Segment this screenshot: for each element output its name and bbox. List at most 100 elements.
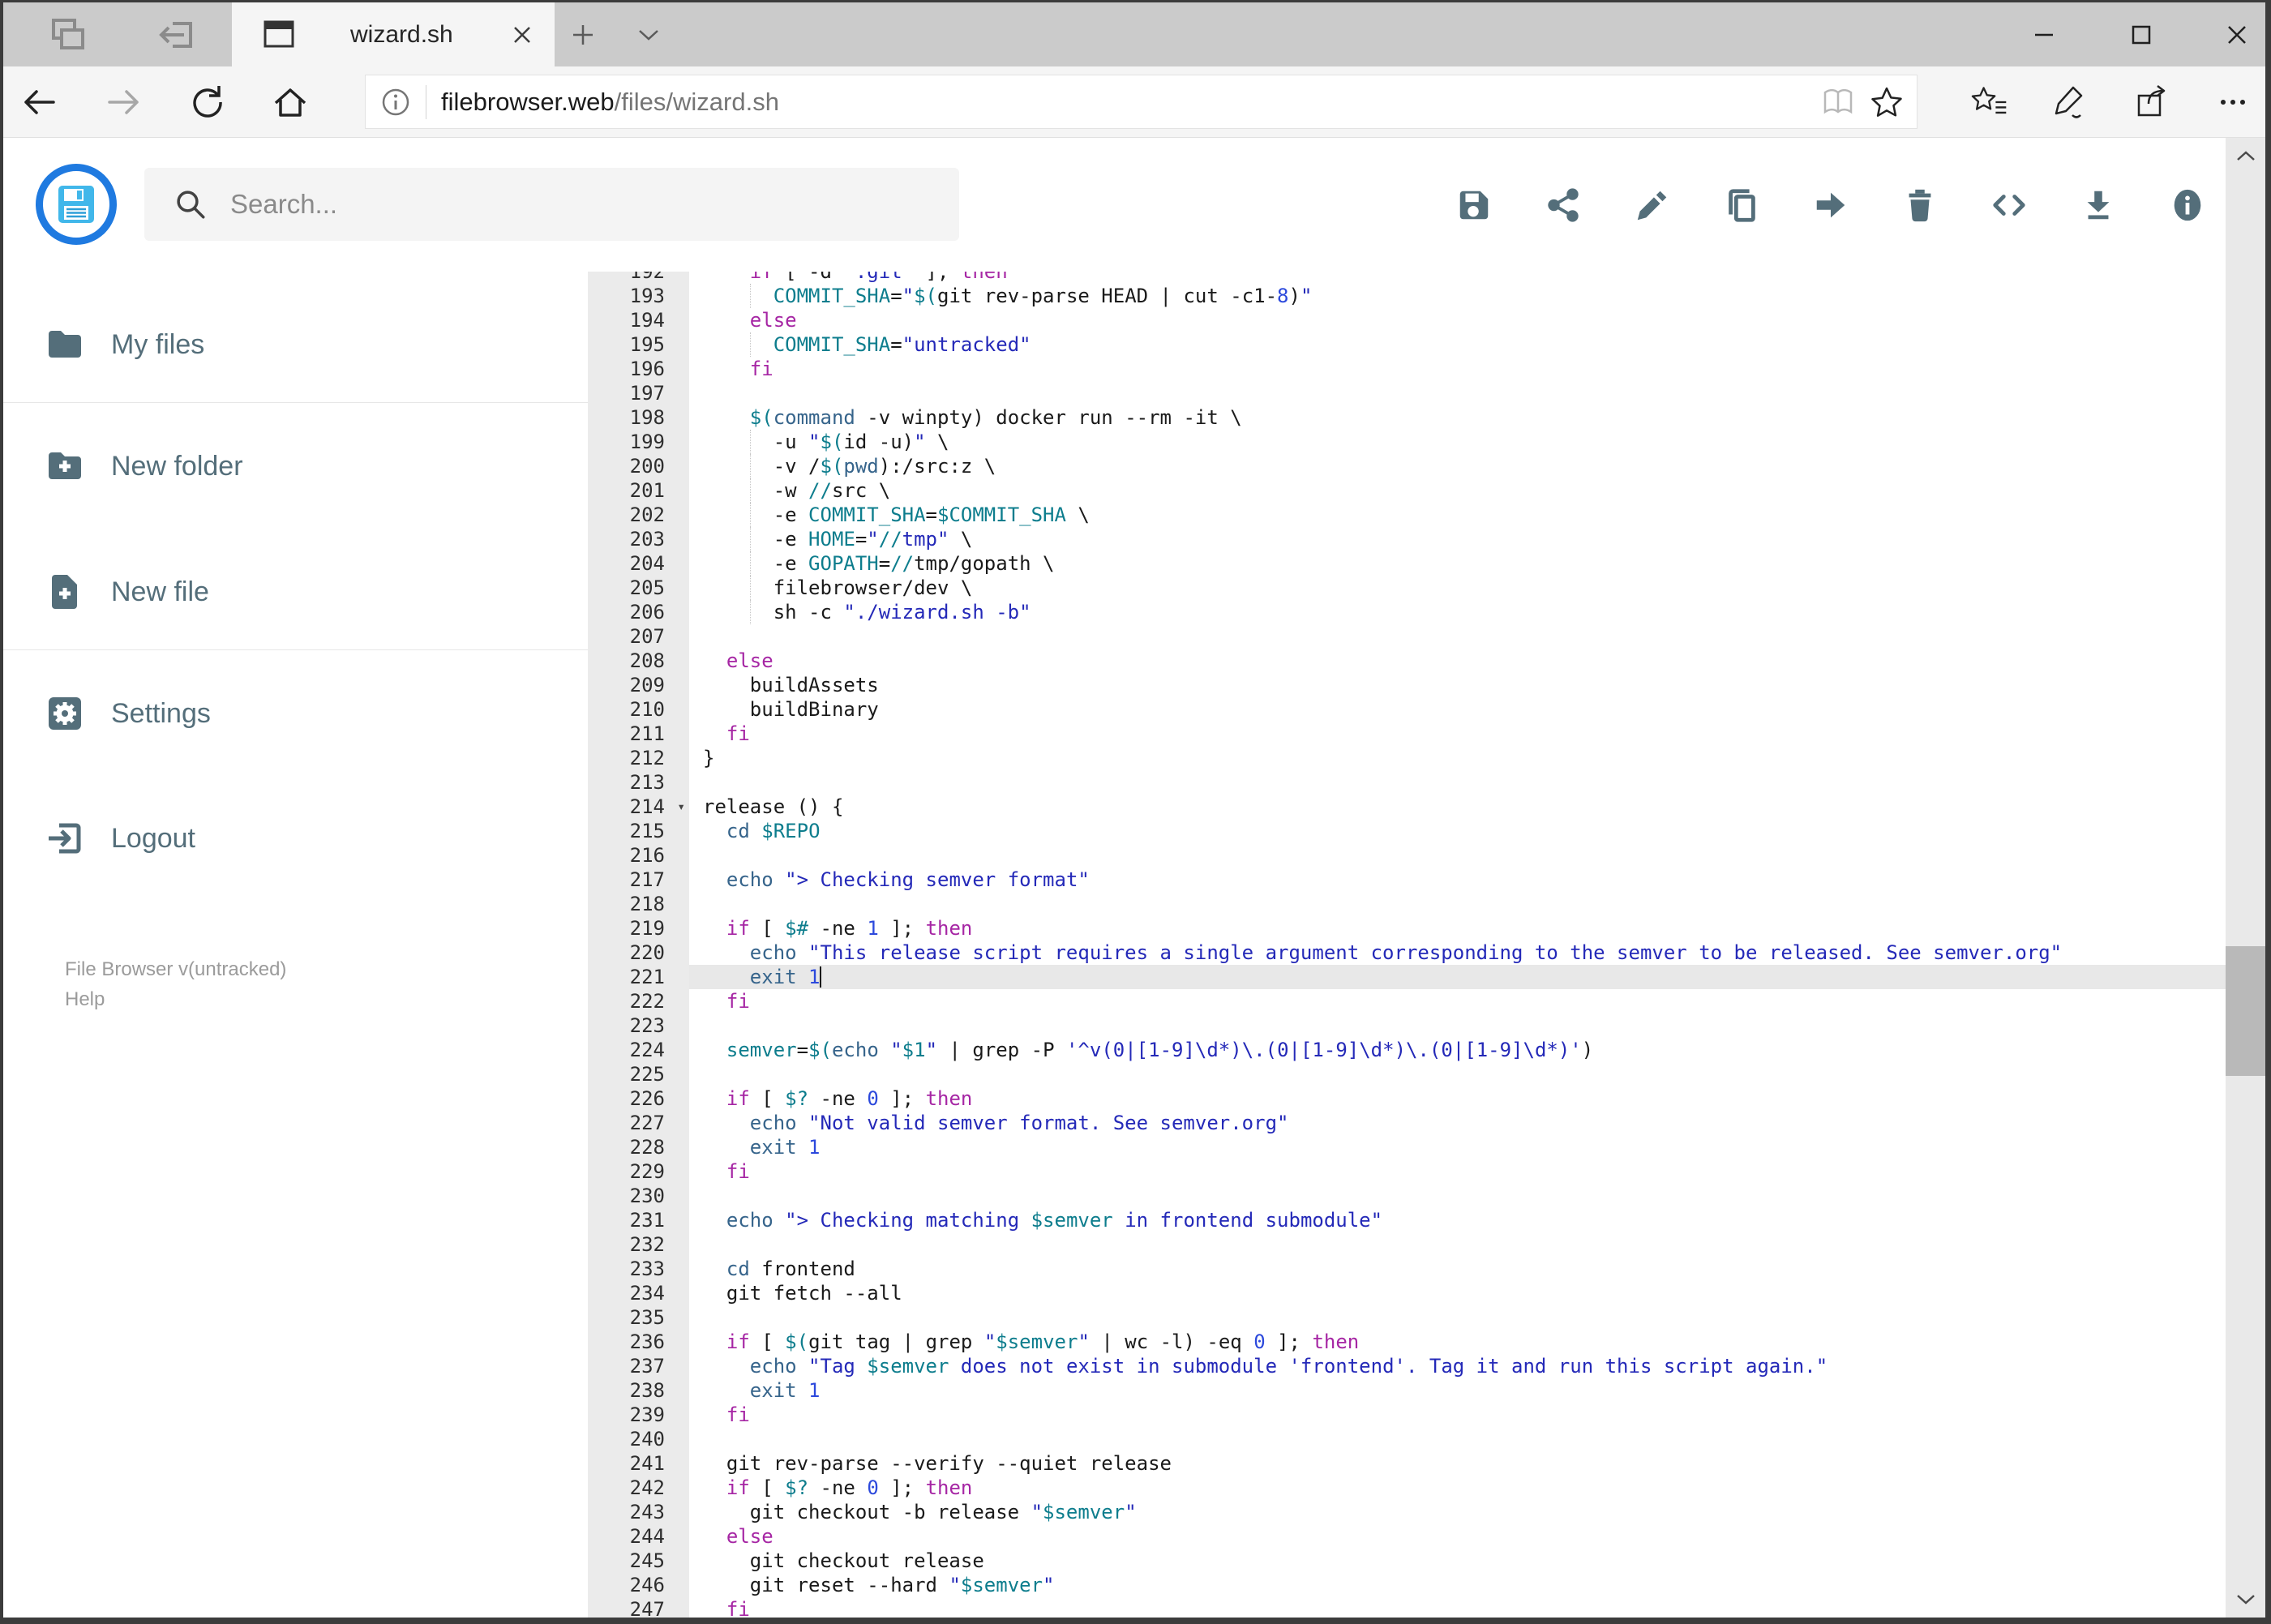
code-line-text[interactable]: -e GOPATH=//tmp/gopath \ [689,551,2226,576]
code-line-text[interactable]: filebrowser/dev \ [689,576,2226,600]
code-line-text[interactable]: semver=$(echo "$1" | grep -P '^v(0|[1-9]… [689,1038,2226,1062]
share-button[interactable] [1545,186,1582,224]
address-bar[interactable]: filebrowser.web/files/wizard.sh [365,75,1917,129]
code-line-text[interactable] [689,1232,2226,1257]
code-line-text[interactable] [689,892,2226,916]
code-line-text[interactable]: cd frontend [689,1257,2226,1281]
forward-button[interactable] [105,83,144,122]
code-line-text[interactable]: -w //src \ [689,478,2226,503]
code-line-text[interactable]: echo "Tag $semver does not exist in subm… [689,1354,2226,1378]
code-line-text[interactable] [689,381,2226,405]
move-button[interactable] [1812,186,1849,224]
site-info-icon[interactable] [377,84,414,121]
code-editor[interactable]: 192 if [ -d ".git" ]; then 193 COMMIT_SHA… [588,272,2226,1618]
delete-button[interactable] [1901,186,1939,224]
code-line-text[interactable]: if [ -d ".git" ]; then [689,272,2226,284]
code-line-text[interactable] [689,1184,2226,1208]
sidebar-item-my-files[interactable]: My files [3,312,588,377]
scroll-up-button[interactable] [2226,138,2265,174]
download-button[interactable] [2080,186,2117,224]
filebrowser-logo[interactable] [36,164,117,245]
favorite-star-button[interactable] [1868,84,1905,121]
code-line-text[interactable]: else [689,308,2226,332]
code-button[interactable] [1990,186,2028,224]
save-button[interactable] [1455,186,1493,224]
help-link[interactable]: Help [65,984,286,1014]
code-line-text[interactable]: else [689,1524,2226,1549]
code-line-text[interactable] [689,1305,2226,1330]
favorites-hub-button[interactable] [1970,83,2009,122]
reading-view-button[interactable] [1819,84,1857,121]
search-bar[interactable] [144,168,959,241]
search-input[interactable] [229,188,897,221]
code-line-text[interactable]: git checkout release [689,1549,2226,1573]
code-line-text[interactable]: git checkout -b release "$semver" [689,1500,2226,1524]
code-line-text[interactable] [689,1062,2226,1086]
code-line-text[interactable]: $(command -v winpty) docker run --rm -it… [689,405,2226,430]
code-line-text[interactable] [689,624,2226,649]
tab-list-button[interactable] [631,24,666,46]
sidebar-item-logout[interactable]: Logout [3,806,588,871]
code-line-text[interactable]: buildAssets [689,673,2226,697]
code-line-text[interactable]: fi [689,357,2226,381]
scroll-down-button[interactable] [2226,1582,2265,1618]
code-line-text[interactable]: echo "> Checking matching $semver in fro… [689,1208,2226,1232]
code-line-text[interactable]: fi [689,989,2226,1013]
back-button[interactable] [19,83,58,122]
code-line-text[interactable]: git reset --hard "$semver" [689,1573,2226,1597]
code-line-text[interactable] [689,770,2226,795]
sidebar-item-new-folder[interactable]: New folder [3,434,588,499]
settings-menu-button[interactable] [2213,83,2252,122]
code-line-text[interactable]: exit 1 [689,1378,2226,1403]
code-line-text[interactable]: COMMIT_SHA="untracked" [689,332,2226,357]
code-line-text[interactable]: git rev-parse --verify --quiet release [689,1451,2226,1476]
minimize-button[interactable] [2028,20,2060,49]
maximize-button[interactable] [2125,20,2157,49]
code-line-text[interactable]: if [ $(git tag | grep "$semver" | wc -l)… [689,1330,2226,1354]
share-page-button[interactable] [2132,83,2171,122]
code-line-text[interactable]: release () { [689,795,2226,819]
code-line-text[interactable]: -u "$(id -u)" \ [689,430,2226,454]
tab-preview-button[interactable] [47,14,89,56]
browser-tab[interactable]: wizard.sh [232,2,555,66]
code-line-text[interactable]: exit 1 [689,1135,2226,1159]
code-line-text[interactable]: echo "Not valid semver format. See semve… [689,1111,2226,1135]
set-tabs-aside-button[interactable] [156,14,199,56]
code-line-text[interactable]: exit 1 [689,965,2226,989]
code-line-text[interactable]: -e HOME="//tmp" \ [689,527,2226,551]
tab-close-button[interactable] [508,20,537,49]
code-line-text[interactable]: COMMIT_SHA="$(git rev-parse HEAD | cut -… [689,284,2226,308]
refresh-button[interactable] [188,83,227,122]
annotate-button[interactable] [2048,83,2087,122]
code-line-text[interactable] [689,1427,2226,1451]
code-line-text[interactable]: buildBinary [689,697,2226,722]
sidebar-item-settings[interactable]: Settings [3,681,588,746]
code-line-text[interactable]: if [ $# -ne 1 ]; then [689,916,2226,941]
code-line-text[interactable]: if [ $? -ne 0 ]; then [689,1476,2226,1500]
code-line-text[interactable]: echo "> Checking semver format" [689,868,2226,892]
code-line-text[interactable]: -e COMMIT_SHA=$COMMIT_SHA \ [689,503,2226,527]
info-button[interactable] [2169,186,2206,224]
code-line-text[interactable] [689,1013,2226,1038]
fold-marker-icon[interactable]: ▾ [677,795,685,819]
code-line-text[interactable]: fi [689,1597,2226,1618]
code-line-text[interactable]: if [ $? -ne 0 ]; then [689,1086,2226,1111]
code-line-text[interactable]: echo "This release script requires a sin… [689,941,2226,965]
code-line-text[interactable]: fi [689,1403,2226,1427]
edit-button[interactable] [1634,186,1671,224]
code-line-text[interactable]: else [689,649,2226,673]
code-line-text[interactable]: } [689,746,2226,770]
code-line-text[interactable] [689,843,2226,868]
code-line-text[interactable]: git fetch --all [689,1281,2226,1305]
new-tab-button[interactable] [565,21,601,49]
close-window-button[interactable] [2221,20,2253,49]
sidebar-item-new-file[interactable]: New file [3,559,588,624]
page-scrollbar[interactable] [2226,138,2265,1618]
code-line-text[interactable]: sh -c "./wizard.sh -b" [689,600,2226,624]
copy-button[interactable] [1723,186,1760,224]
code-line-text[interactable]: -v /$(pwd):/src:z \ [689,454,2226,478]
code-line-text[interactable]: fi [689,722,2226,746]
code-line-text[interactable]: cd $REPO [689,819,2226,843]
scrollbar-thumb[interactable] [2226,946,2265,1076]
code-line-text[interactable]: fi [689,1159,2226,1184]
